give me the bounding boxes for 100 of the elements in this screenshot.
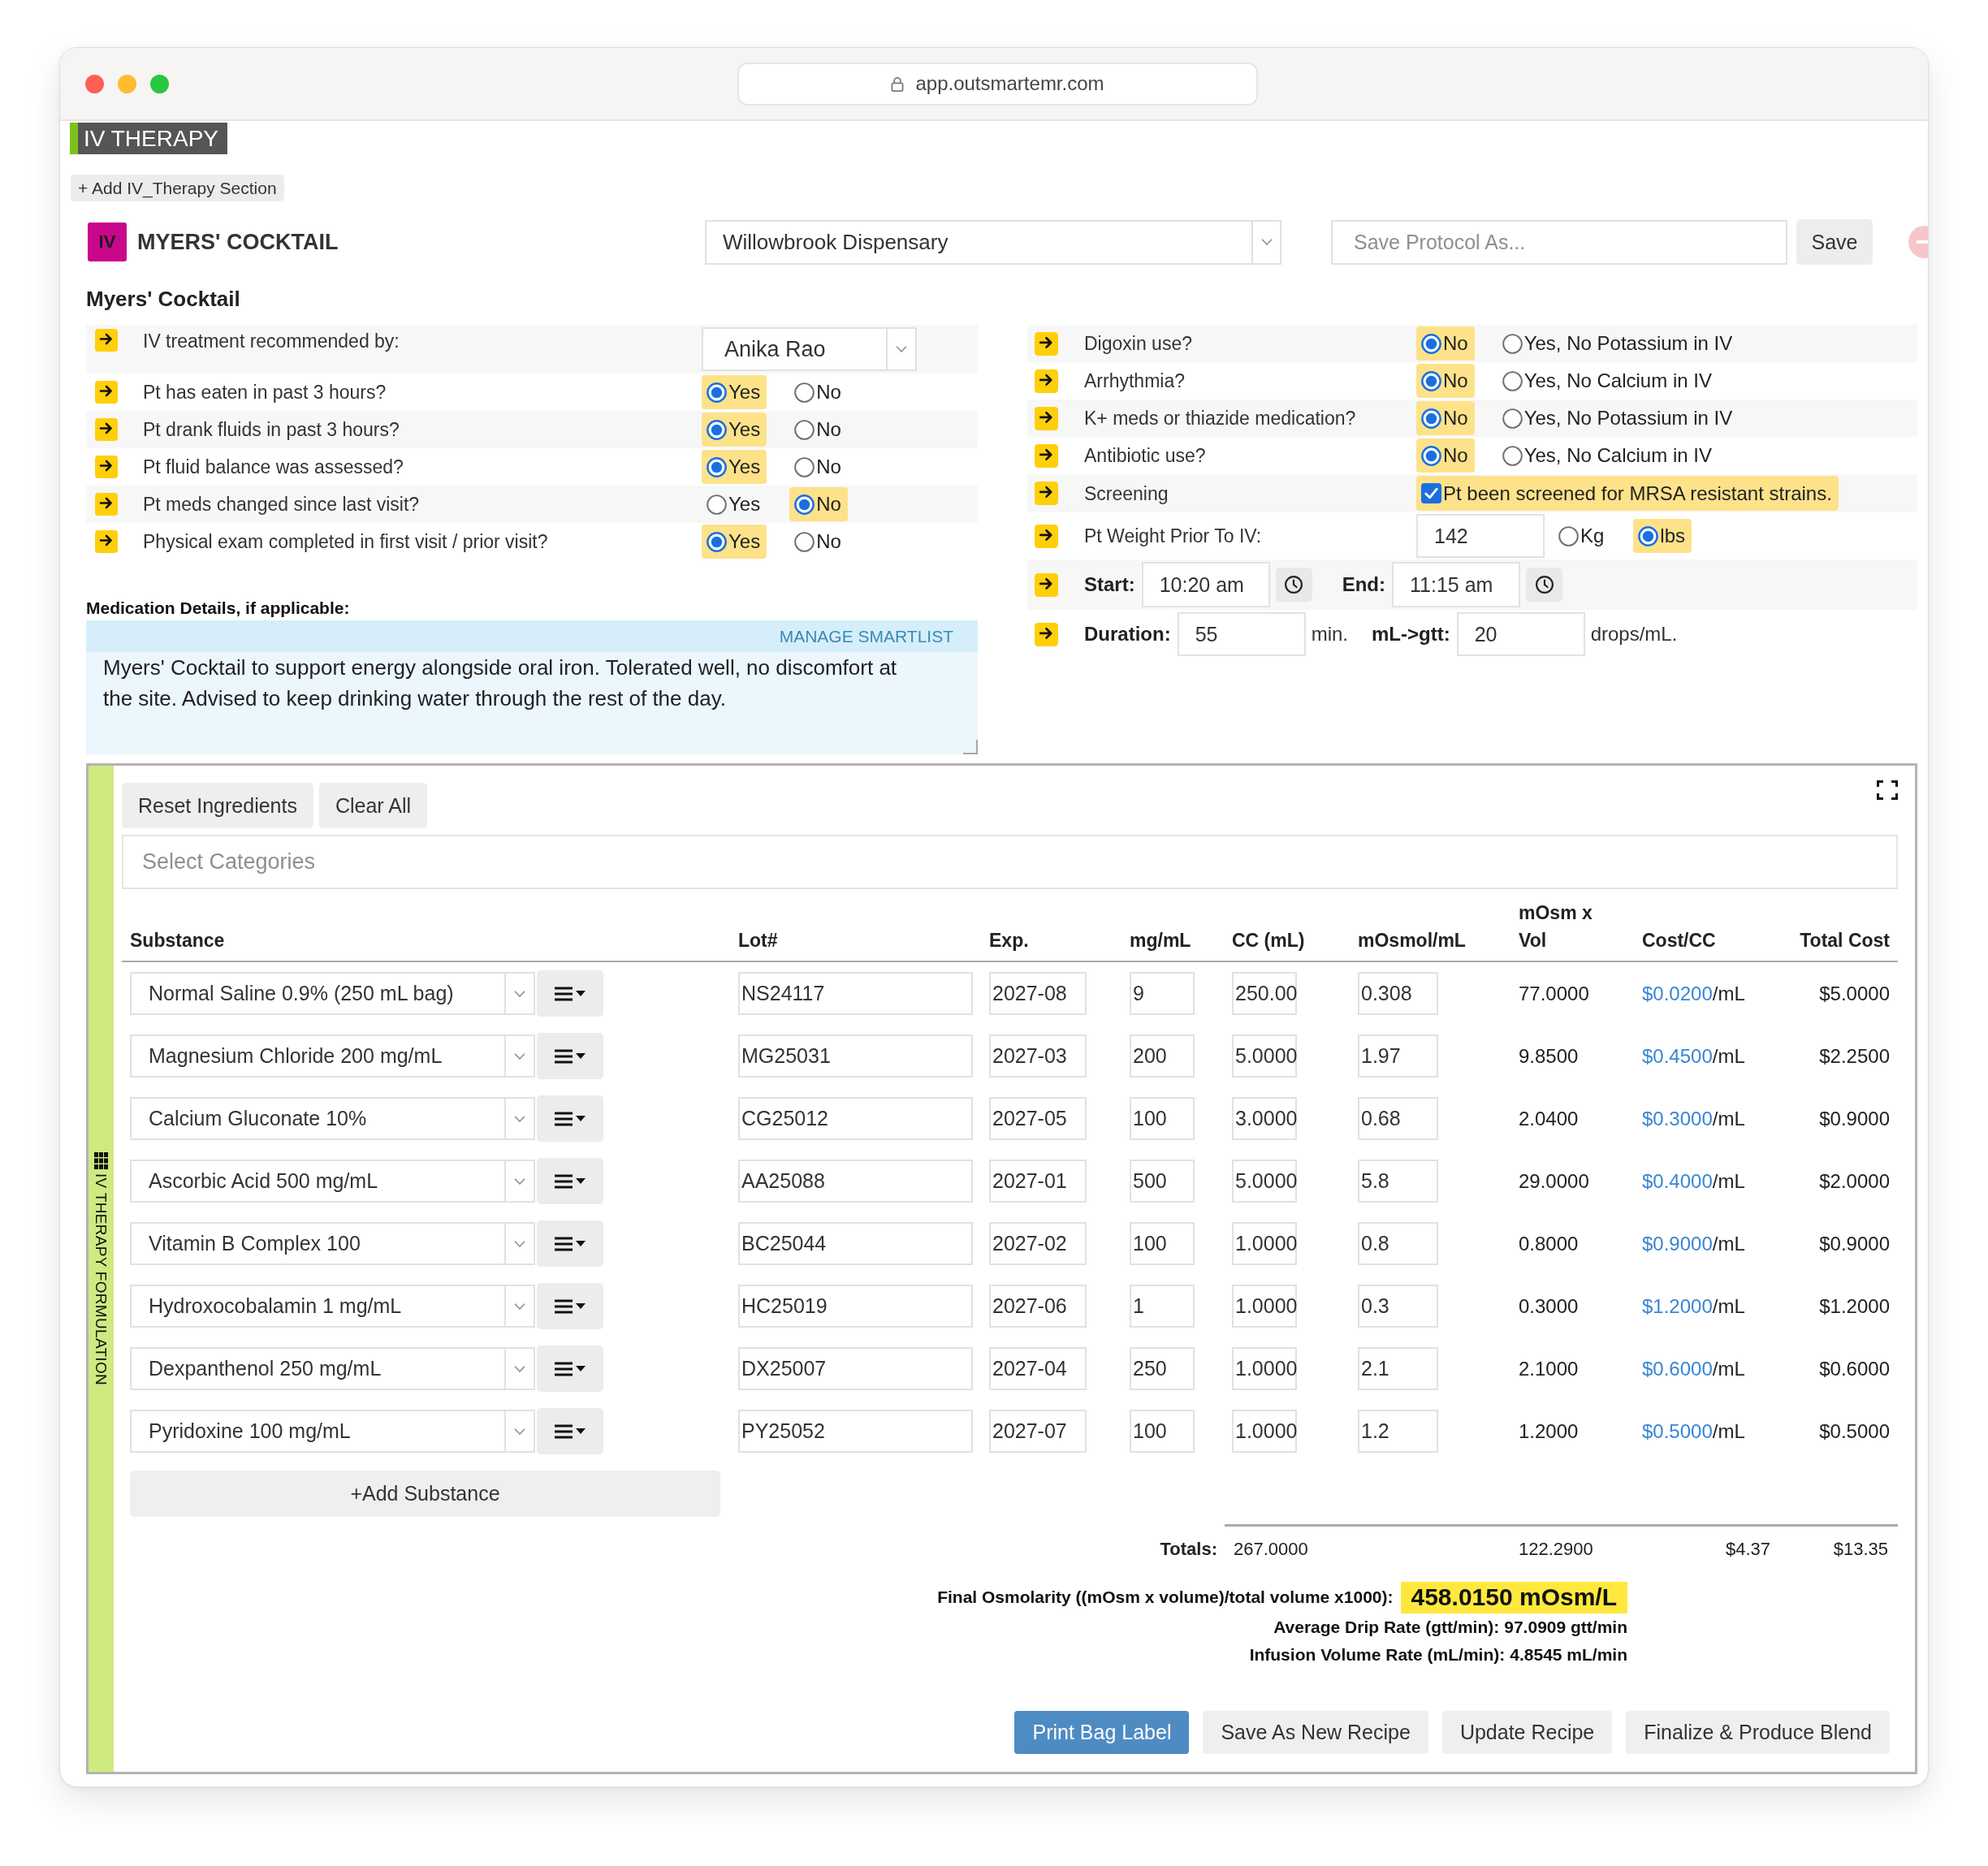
number-input[interactable]: 20	[1456, 612, 1585, 656]
add-substance-button[interactable]: +Add Substance	[130, 1471, 720, 1517]
volume-input[interactable]: 1.0000	[1232, 1285, 1297, 1328]
osmolarity-input[interactable]: 0.308	[1358, 972, 1438, 1015]
substance-select[interactable]: Ascorbic Acid 500 mg/mL	[130, 1160, 535, 1203]
clock-button[interactable]	[1275, 568, 1312, 602]
radio-option[interactable]: No	[1416, 438, 1475, 473]
radio-icon[interactable]	[707, 531, 727, 552]
action-button[interactable]: Save As New Recipe	[1203, 1711, 1428, 1754]
volume-input[interactable]: 1.0000	[1232, 1222, 1297, 1265]
expiry-input[interactable]: 2027-06	[989, 1285, 1087, 1328]
radio-option[interactable]: No	[1416, 364, 1475, 398]
radio-icon[interactable]	[1421, 333, 1441, 354]
volume-input[interactable]: 3.0000	[1232, 1097, 1297, 1140]
radio-option[interactable]: No	[789, 487, 848, 521]
medication-notes-field[interactable]: Myers' Cocktail to support energy alongside oral iron. Tolerated well, no discomfort at the site. Advised to keep drinking water through the rest of the day.	[86, 652, 978, 754]
cost-link[interactable]: $0.4500	[1642, 1044, 1713, 1068]
clock-button[interactable]	[1526, 568, 1562, 602]
substance-select[interactable]: Calcium Gluconate 10%	[130, 1097, 535, 1140]
radio-option[interactable]: No	[1416, 326, 1475, 361]
radio-icon[interactable]	[794, 531, 815, 552]
close-window-button[interactable]	[85, 74, 104, 93]
protocol-name-input[interactable]: Save Protocol As...	[1331, 219, 1787, 265]
radio-icon[interactable]	[1638, 525, 1659, 546]
volume-input[interactable]: 5.0000	[1232, 1160, 1297, 1203]
concentration-input[interactable]: 100	[1130, 1222, 1195, 1265]
substance-select[interactable]: Dexpanthenol 250 mg/mL	[130, 1347, 535, 1390]
checkbox-option[interactable]: Pt been screened for MRSA resistant strains.	[1416, 476, 1839, 511]
row-menu-button[interactable]	[537, 1283, 603, 1329]
concentration-input[interactable]: 100	[1130, 1410, 1195, 1453]
osmolarity-input[interactable]: 0.8	[1358, 1222, 1438, 1265]
lot-input[interactable]: CG25012	[738, 1097, 973, 1140]
substance-select[interactable]: Pyridoxine 100 mg/mL	[130, 1410, 535, 1453]
radio-icon[interactable]	[707, 382, 727, 403]
concentration-input[interactable]: 100	[1130, 1097, 1195, 1140]
radio-option[interactable]: Yes	[702, 375, 767, 409]
concentration-input[interactable]: 500	[1130, 1160, 1195, 1203]
osmolarity-input[interactable]: 2.1	[1358, 1347, 1438, 1390]
lot-input[interactable]: HC25019	[738, 1285, 973, 1328]
radio-option[interactable]: No	[789, 375, 848, 409]
toolbar-button[interactable]: Reset Ingredients	[122, 783, 313, 828]
osmolarity-input[interactable]: 1.2	[1358, 1410, 1438, 1453]
cost-link[interactable]: $0.0200	[1642, 982, 1713, 1005]
row-menu-button[interactable]	[537, 1158, 603, 1204]
category-select-field[interactable]: Select Categories	[122, 835, 1898, 889]
expiry-input[interactable]: 2027-05	[989, 1097, 1087, 1140]
action-button[interactable]: Update Recipe	[1441, 1711, 1613, 1754]
cost-link[interactable]: $0.9000	[1642, 1232, 1713, 1255]
radio-option[interactable]: Yes, No Calcium in IV	[1497, 364, 1718, 398]
cost-link[interactable]: $0.3000	[1642, 1107, 1713, 1130]
radio-option[interactable]: Yes	[702, 525, 767, 559]
radio-option[interactable]: Yes	[702, 450, 767, 484]
volume-input[interactable]: 1.0000	[1232, 1410, 1297, 1453]
weight-input[interactable]: 142	[1416, 514, 1545, 558]
expiry-input[interactable]: 2027-07	[989, 1410, 1087, 1453]
toolbar-button[interactable]: Clear All	[318, 783, 428, 828]
radio-option[interactable]: Yes	[702, 413, 767, 447]
resize-handle-icon[interactable]	[963, 740, 978, 754]
lot-input[interactable]: AA25088	[738, 1160, 973, 1203]
radio-icon[interactable]	[1421, 445, 1441, 466]
substance-select[interactable]: Vitamin B Complex 100	[130, 1222, 535, 1265]
action-button[interactable]: Print Bag Label	[1014, 1711, 1190, 1754]
concentration-input[interactable]: 200	[1130, 1035, 1195, 1078]
address-bar[interactable]: app.outsmartemr.com	[737, 62, 1258, 106]
osmolarity-input[interactable]: 0.3	[1358, 1285, 1438, 1328]
osmolarity-input[interactable]: 1.97	[1358, 1035, 1438, 1078]
radio-icon[interactable]	[707, 494, 727, 515]
number-input[interactable]: 55	[1177, 612, 1306, 656]
cost-link[interactable]: $1.2000	[1642, 1294, 1713, 1318]
lot-input[interactable]: DX25007	[738, 1347, 973, 1390]
osmolarity-input[interactable]: 5.8	[1358, 1160, 1438, 1203]
cost-link[interactable]: $0.6000	[1642, 1357, 1713, 1380]
radio-option[interactable]: Yes	[702, 487, 767, 521]
radio-icon[interactable]	[1502, 333, 1523, 354]
radio-icon[interactable]	[794, 419, 815, 440]
radio-icon[interactable]	[1421, 370, 1441, 391]
row-menu-button[interactable]	[537, 970, 603, 1017]
radio-option[interactable]: Yes, No Potassium in IV	[1497, 401, 1740, 435]
radio-icon[interactable]	[1502, 445, 1523, 466]
fullscreen-icon[interactable]	[1877, 780, 1898, 800]
substance-select[interactable]: Normal Saline 0.9% (250 mL bag)	[130, 972, 535, 1015]
radio-icon[interactable]	[707, 419, 727, 440]
concentration-input[interactable]: 1	[1130, 1285, 1195, 1328]
lot-input[interactable]: MG25031	[738, 1035, 973, 1078]
row-menu-button[interactable]	[537, 1408, 603, 1454]
checkbox-icon[interactable]	[1421, 483, 1441, 503]
expiry-input[interactable]: 2027-01	[989, 1160, 1087, 1203]
time-input[interactable]: 10:20 am	[1141, 562, 1270, 607]
expiry-input[interactable]: 2027-04	[989, 1347, 1087, 1390]
row-menu-button[interactable]	[537, 1346, 603, 1392]
concentration-input[interactable]: 250	[1130, 1347, 1195, 1390]
concentration-input[interactable]: 9	[1130, 972, 1195, 1015]
radio-icon[interactable]	[794, 494, 815, 515]
dispensary-select[interactable]: Willowbrook Dispensary	[705, 219, 1281, 265]
volume-input[interactable]: 250.00	[1232, 972, 1297, 1015]
radio-option[interactable]: Yes, No Calcium in IV	[1497, 438, 1718, 473]
radio-icon[interactable]	[1502, 370, 1523, 391]
expiry-input[interactable]: 2027-08	[989, 972, 1087, 1015]
add-section-button[interactable]: + Add IV_Therapy Section	[71, 175, 284, 201]
row-menu-button[interactable]	[537, 1220, 603, 1267]
